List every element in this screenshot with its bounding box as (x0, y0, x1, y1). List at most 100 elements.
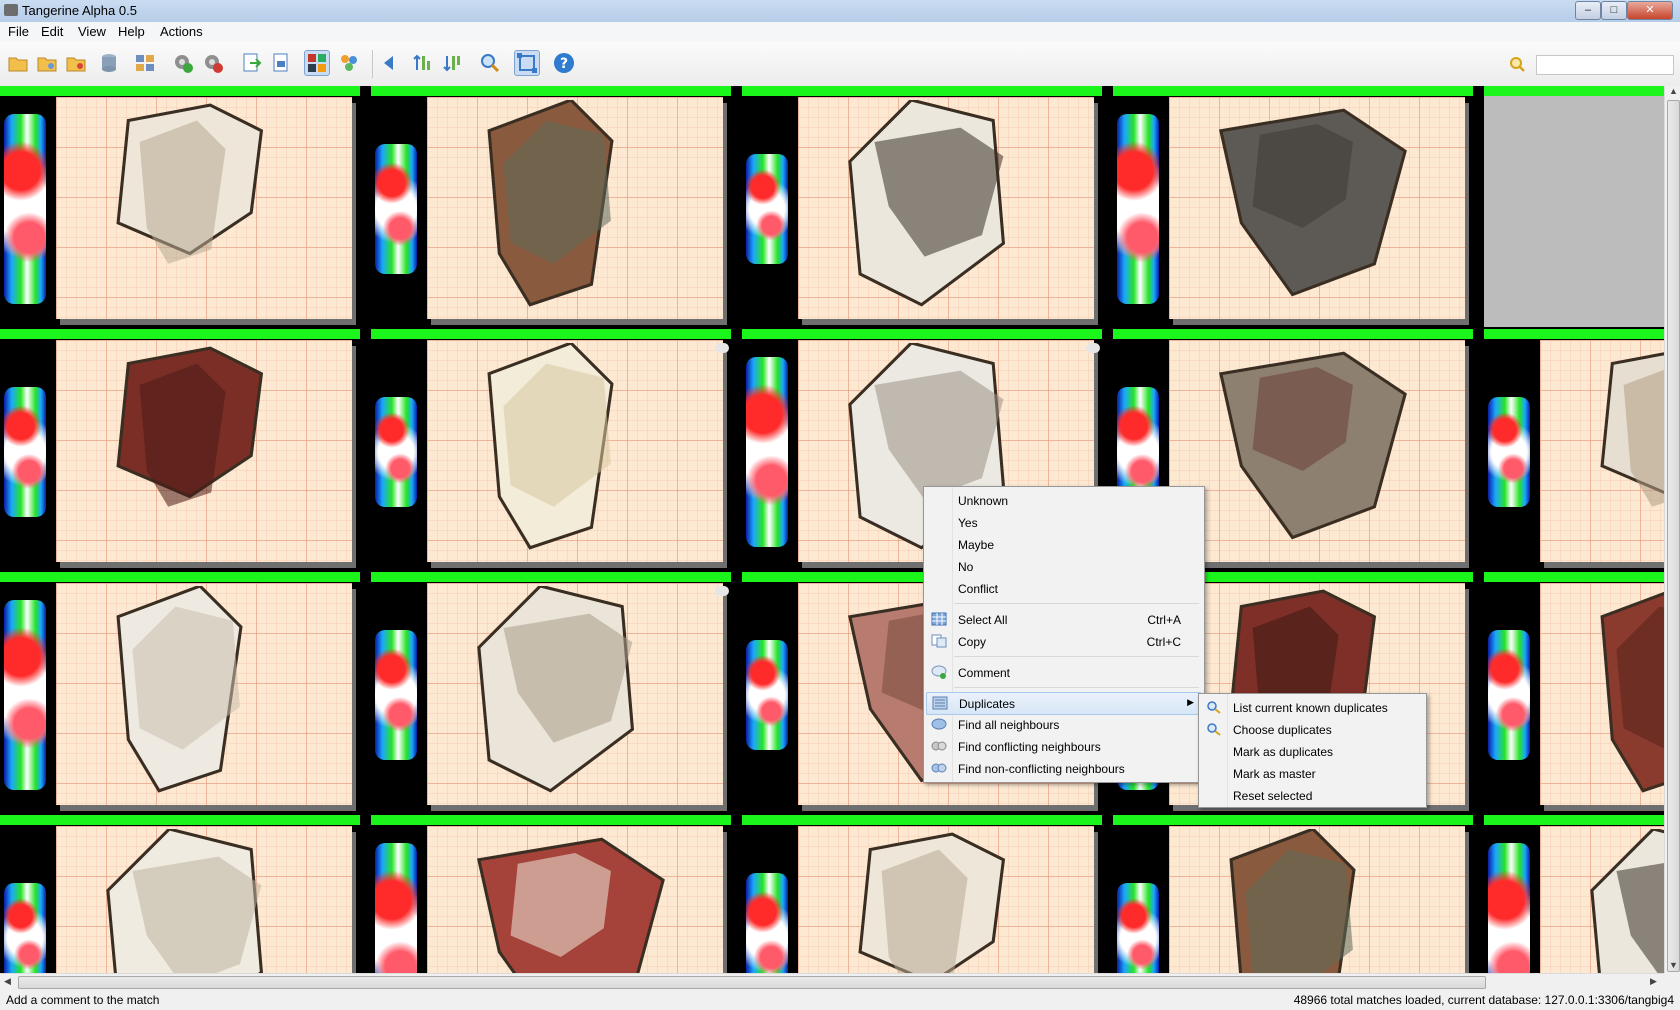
open-folder-icon[interactable] (5, 50, 31, 76)
non-conflicting-neighbours-icon (931, 761, 947, 775)
match-tile[interactable] (371, 329, 731, 570)
menu-item-no[interactable]: No (926, 556, 1201, 577)
match-tile[interactable] (371, 86, 731, 327)
mosaic-view-icon[interactable] (304, 50, 330, 76)
match-status-bar (0, 86, 360, 96)
match-tile[interactable] (1484, 815, 1664, 973)
duplicates-submenu: List current known duplicates Choose dup… (1198, 693, 1427, 808)
match-tile[interactable] (1113, 815, 1473, 973)
conflicting-neighbours-icon (931, 739, 947, 753)
menu-help[interactable]: Help (118, 24, 145, 39)
menu-file[interactable]: File (8, 24, 29, 39)
horizontal-scroll-thumb[interactable] (18, 976, 1486, 989)
match-status-bar (1113, 815, 1473, 825)
neighbours-icon (931, 717, 947, 731)
menu-item-shortcut: Ctrl+C (1146, 635, 1181, 649)
menu-item-mark-as-master[interactable]: Mark as master (1201, 763, 1423, 784)
menu-item-label: Conflict (958, 582, 999, 596)
match-tile[interactable] (1484, 86, 1664, 327)
open-folder-alt-icon[interactable] (34, 50, 60, 76)
sherd-fragment (1219, 351, 1407, 540)
status-message: Add a comment to the match (6, 993, 160, 1007)
menu-item-conflict[interactable]: Conflict (926, 578, 1201, 599)
duplicates-icon (932, 696, 948, 710)
scroll-right-icon[interactable]: ▶ (1650, 976, 1657, 987)
match-tile[interactable] (742, 86, 1102, 327)
sort-ascending-icon[interactable] (410, 50, 436, 76)
open-folder-red-icon[interactable] (63, 50, 89, 76)
vertical-scrollbar[interactable]: ▲ ▼ (1664, 86, 1680, 973)
export-icon[interactable] (268, 50, 294, 76)
toolbar: ? (0, 42, 1680, 87)
match-status-bar (1113, 329, 1473, 339)
help-icon[interactable]: ? (551, 50, 577, 76)
menu-view[interactable]: View (78, 24, 106, 39)
scroll-left-icon[interactable]: ◀ (4, 976, 11, 987)
match-tile[interactable] (0, 572, 360, 813)
sherd-fragment (1600, 591, 1664, 793)
cluster-view-icon[interactable] (336, 50, 362, 76)
menu-item-choose-duplicates[interactable]: Choose duplicates (1201, 719, 1423, 740)
menu-item-list-duplicates[interactable]: List current known duplicates (1201, 697, 1423, 718)
minimize-button[interactable]: – (1575, 1, 1601, 20)
menu-actions[interactable]: Actions (160, 24, 203, 39)
comment-bubble-icon[interactable] (1086, 343, 1100, 353)
match-tile[interactable] (0, 815, 360, 973)
fit-view-icon[interactable] (514, 50, 540, 76)
search-icon (1206, 700, 1222, 714)
match-tile[interactable] (742, 815, 1102, 973)
menu-item-reset-selected[interactable]: Reset selected (1201, 785, 1423, 806)
match-tile[interactable] (371, 572, 731, 813)
menu-item-select-all[interactable]: Select All Ctrl+A (926, 609, 1201, 630)
back-arrow-icon[interactable] (376, 50, 402, 76)
heatmap-strip (746, 154, 788, 264)
comment-bubble-icon[interactable] (715, 586, 729, 596)
match-tile[interactable] (1484, 329, 1664, 570)
search-input[interactable] (1536, 55, 1674, 75)
comment-bubble-icon[interactable] (715, 343, 729, 353)
horizontal-scrollbar[interactable]: ◀ ▶ (0, 973, 1664, 990)
menu-item-find-non-conflicting-neighbours[interactable]: Find non-conflicting neighbours (926, 758, 1201, 779)
match-status-bar (1484, 572, 1664, 582)
sherd-fragment (116, 586, 243, 793)
vertical-scroll-thumb[interactable] (1667, 100, 1680, 972)
maximize-button[interactable]: □ (1601, 1, 1627, 20)
zoom-icon[interactable] (477, 50, 503, 76)
menu-item-label: Find non-conflicting neighbours (958, 762, 1125, 776)
scroll-up-icon[interactable]: ▲ (1669, 86, 1678, 96)
sherd-fragment (477, 837, 665, 973)
sort-descending-icon[interactable] (440, 50, 466, 76)
match-tile[interactable] (1484, 572, 1664, 813)
menu-item-duplicates[interactable]: Duplicates ▶ (926, 692, 1201, 715)
menu-item-mark-as-duplicates[interactable]: Mark as duplicates (1201, 741, 1423, 762)
close-button[interactable]: ✕ (1627, 1, 1673, 20)
match-tile[interactable] (0, 86, 360, 327)
menu-item-label: List current known duplicates (1233, 701, 1388, 715)
toolbar-separator (372, 50, 373, 78)
menu-item-maybe[interactable]: Maybe (926, 534, 1201, 555)
copy-icon (931, 634, 947, 648)
match-tile[interactable] (371, 815, 731, 973)
remove-gear-icon[interactable] (200, 50, 226, 76)
menu-item-unknown[interactable]: Unknown (926, 490, 1201, 511)
match-tile[interactable] (0, 329, 360, 570)
import-icon[interactable] (238, 50, 264, 76)
menu-item-label: Duplicates (959, 697, 1016, 711)
menu-item-find-all-neighbours[interactable]: Find all neighbours (926, 714, 1201, 735)
menu-edit[interactable]: Edit (41, 24, 63, 39)
menu-item-find-conflicting-neighbours[interactable]: Find conflicting neighbours (926, 736, 1201, 757)
heatmap-strip (375, 397, 417, 507)
menu-item-yes[interactable]: Yes (926, 512, 1201, 533)
match-status-bar (371, 86, 731, 96)
menu-item-copy[interactable]: Copy Ctrl+C (926, 631, 1201, 652)
layout-icon[interactable] (132, 50, 158, 76)
database-icon[interactable] (96, 50, 122, 76)
add-gear-icon[interactable] (170, 50, 196, 76)
match-tile[interactable] (1113, 86, 1473, 327)
scroll-down-icon[interactable]: ▼ (1669, 960, 1678, 970)
menu-item-label: Mark as duplicates (1233, 745, 1334, 759)
match-status-bar (742, 86, 1102, 96)
match-grid[interactable] (0, 86, 1664, 973)
sherd-fragment (116, 346, 264, 507)
menu-item-comment[interactable]: Comment (926, 662, 1201, 683)
